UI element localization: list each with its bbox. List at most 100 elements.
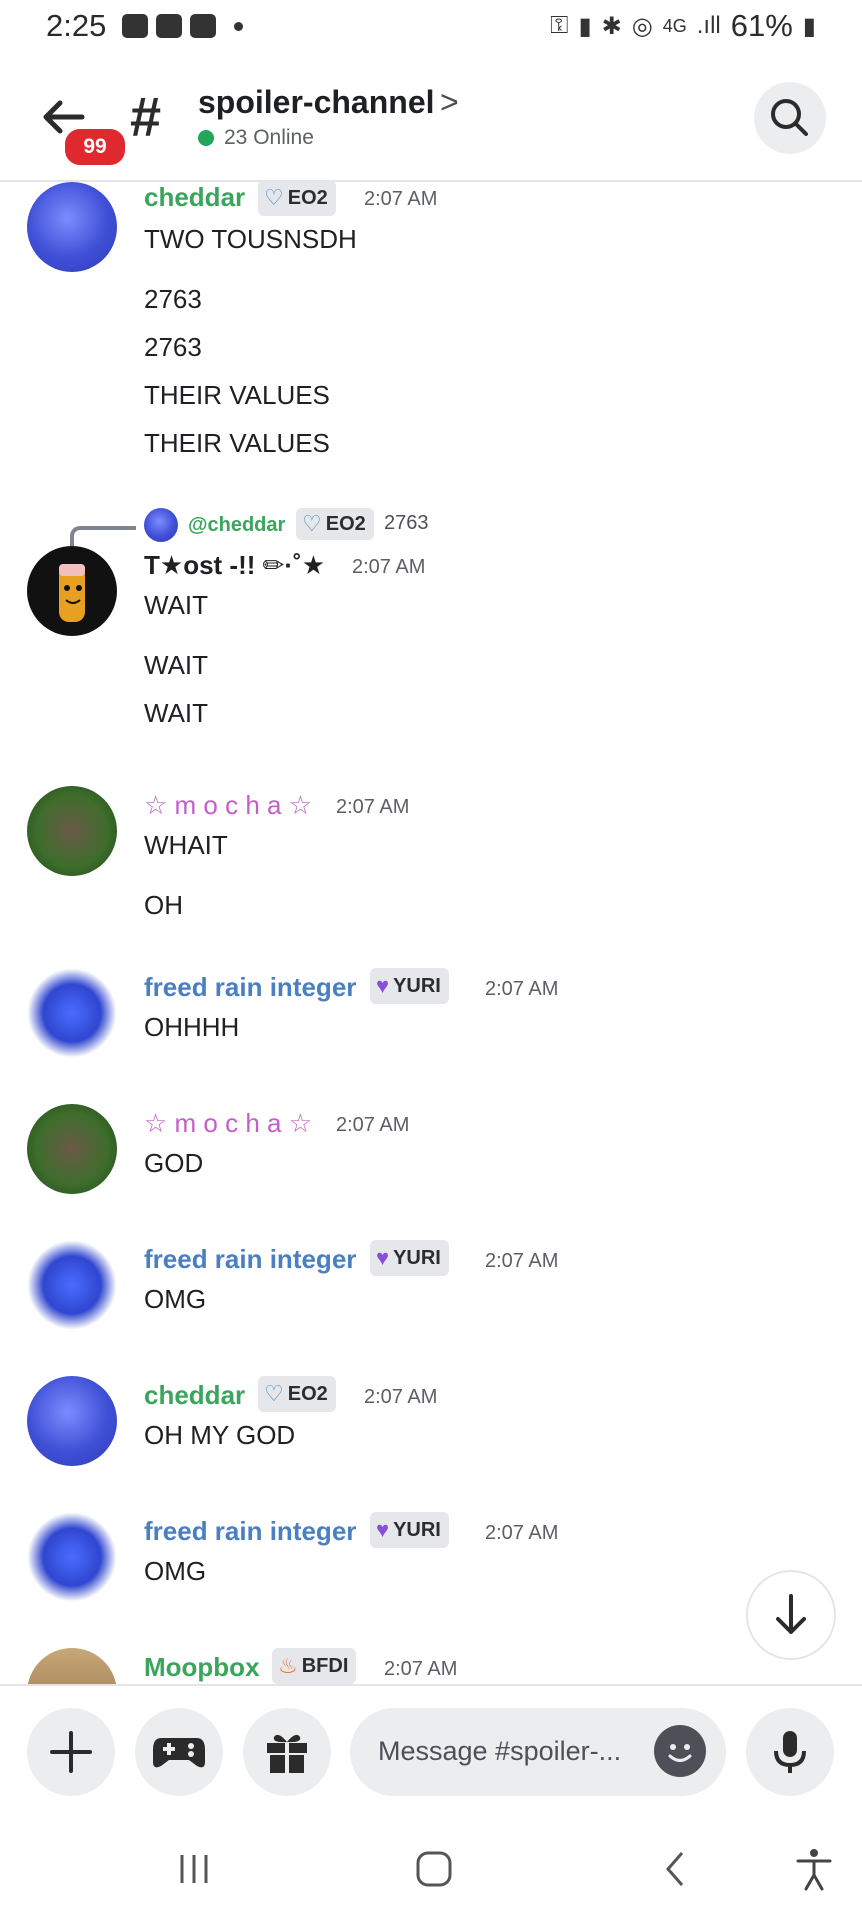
avatar[interactable] [27, 1104, 117, 1194]
activities-button[interactable] [135, 1708, 223, 1796]
youtube-icon [156, 14, 182, 38]
message-text: OHHHH [144, 1012, 240, 1042]
username[interactable]: ☆ m o c h a ☆ [144, 1108, 312, 1139]
plus-icon [50, 1731, 92, 1773]
timestamp: 2:07 AM [364, 188, 438, 210]
hotspot-icon: ◎ [631, 12, 653, 40]
channel-header: 99 # spoiler-channel > 23 Online [0, 56, 862, 182]
message-text: WAIT [144, 650, 209, 680]
recents-icon [180, 1855, 208, 1883]
channel-title[interactable]: spoiler-channel [198, 84, 435, 121]
gallery-icon [122, 14, 148, 38]
heart-icon: ♥ [376, 1245, 390, 1270]
timestamp: 2:07 AM [364, 1386, 438, 1408]
avatar[interactable] [27, 546, 117, 636]
username[interactable]: freed rain integer [144, 1516, 356, 1547]
avatar[interactable] [27, 182, 117, 272]
message-text: 2763 [144, 332, 202, 362]
search-button[interactable] [754, 82, 826, 154]
message-input[interactable]: Message #spoiler-... [350, 1708, 726, 1796]
avatar[interactable] [27, 1376, 117, 1466]
role-tag[interactable]: ♥ YURI [370, 968, 449, 1004]
role-tag[interactable]: ♨ BFDI [272, 1648, 357, 1684]
username[interactable]: T★ost -!! ✏·˚★ [144, 550, 325, 581]
role-tag[interactable]: ♥ YURI [370, 1512, 449, 1548]
role-tag[interactable]: ♡ EO2 [258, 182, 336, 216]
online-count: 23 Online [198, 126, 314, 150]
message-text: TWO TOUSNSDH [144, 224, 357, 254]
online-dot-icon [198, 130, 214, 146]
unread-badge: 99 [62, 126, 128, 168]
status-time: 2:25 [46, 8, 107, 43]
avatar[interactable] [27, 786, 117, 876]
mic-icon [774, 1731, 806, 1773]
channel-chevron-icon[interactable]: > [440, 84, 459, 121]
message-text: WAIT [144, 698, 209, 728]
system-nav-bar [0, 1814, 862, 1920]
username[interactable]: cheddar [144, 1380, 245, 1411]
accessibility-button[interactable] [784, 1844, 844, 1894]
reply-role-tag: ♡ EO2 [296, 508, 374, 540]
role-tag[interactable]: ♥ YURI [370, 1240, 449, 1276]
search-icon [771, 99, 808, 136]
message-list[interactable]: cheddar ♡ EO2 2:07 AM TWO TOUSNSDH 2763 … [0, 182, 862, 1684]
message-text: 2763 [144, 284, 202, 314]
timestamp: 2:07 AM [485, 1522, 559, 1544]
battery-icon: ▮ [802, 12, 816, 40]
message-text: WAIT [144, 590, 209, 620]
timestamp: 2:07 AM [485, 978, 559, 1000]
add-button[interactable] [27, 1708, 115, 1796]
heart-icon: ♥ [376, 1517, 390, 1542]
reply-username[interactable]: @cheddar [188, 514, 285, 537]
battery-saver-icon: ▮ [578, 12, 592, 40]
role-tag-label: YURI [393, 1246, 441, 1269]
game-notification-icon [190, 14, 216, 38]
avatar[interactable] [27, 1240, 117, 1330]
message-text: THEIR VALUES [144, 428, 330, 458]
emoji-button[interactable] [654, 1725, 706, 1777]
message-text: GOD [144, 1148, 204, 1178]
role-tag-label: YURI [393, 1518, 441, 1541]
message-composer: Message #spoiler-... [0, 1684, 862, 1816]
timestamp: 2:07 AM [384, 1658, 458, 1680]
heart-icon: ♡ [302, 511, 322, 536]
avatar[interactable] [27, 1512, 117, 1602]
reply-preview[interactable]: 2763 [384, 512, 429, 535]
network-type-icon: 4G [662, 15, 687, 36]
timestamp: 2:07 AM [352, 556, 426, 578]
gamepad-icon [153, 1738, 205, 1768]
username[interactable]: ☆ m o c h a ☆ [144, 790, 312, 821]
username[interactable]: freed rain integer [144, 972, 356, 1003]
role-tag[interactable]: ♡ EO2 [258, 1376, 336, 1412]
username[interactable]: freed rain integer [144, 1244, 356, 1275]
message-text: OMG [144, 1556, 207, 1586]
recents-button[interactable] [164, 1844, 224, 1894]
gift-button[interactable] [243, 1708, 331, 1796]
role-tag-label: EO2 [325, 512, 366, 535]
username[interactable]: cheddar [144, 182, 245, 213]
role-tag-label: YURI [393, 974, 441, 997]
message-placeholder: Message #spoiler-... [378, 1736, 622, 1766]
home-button[interactable] [404, 1844, 464, 1894]
bluetooth-icon: ✱ [601, 12, 622, 40]
arrow-down-icon [776, 1594, 806, 1634]
message-text: THEIR VALUES [144, 380, 330, 410]
channel-hash-icon: # [130, 85, 162, 148]
flame-icon: ♨ [278, 1653, 298, 1678]
status-bar: 2:25 ⚿ ▮ ✱ ◎ 4G .ıll 61% ▮ [0, 0, 862, 56]
heart-icon: ♡ [264, 1381, 284, 1406]
username[interactable]: Moopbox [144, 1652, 260, 1683]
back-nav-button[interactable] [646, 1844, 706, 1894]
reply-avatar [144, 508, 178, 542]
timestamp: 2:07 AM [336, 1114, 410, 1136]
timestamp: 2:07 AM [485, 1250, 559, 1272]
message-text: OH [144, 890, 183, 920]
scroll-to-bottom-button[interactable] [746, 1570, 836, 1660]
message-text: WHAIT [144, 830, 228, 860]
avatar[interactable] [27, 968, 117, 1058]
role-tag-label: BFDI [301, 1654, 349, 1677]
status-right: ⚿ ▮ ✱ ◎ 4G .ıll 61% ▮ [550, 8, 816, 44]
voice-message-button[interactable] [746, 1708, 834, 1796]
avatar[interactable] [27, 1648, 117, 1684]
battery-percent: 61% [730, 8, 793, 43]
